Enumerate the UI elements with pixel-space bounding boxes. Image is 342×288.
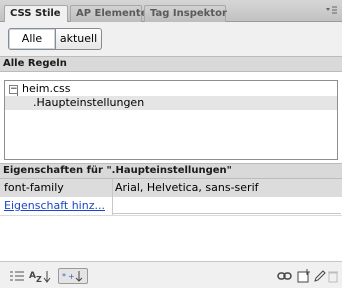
rules-tree: − heim.css .Haupteinstellungen <box>4 80 338 160</box>
alphabetical-view-glyph: A Z <box>29 271 51 284</box>
properties-header: Eigenschaften für ".Haupteinstellungen" <box>0 163 342 179</box>
tab-ap-elemente[interactable]: AP Elemente <box>70 5 147 22</box>
category-view-glyph <box>10 271 24 281</box>
add-property-link[interactable]: Eigenschaft hinz... <box>4 197 105 215</box>
attach-stylesheet-glyph <box>277 272 292 280</box>
tab-tag-inspektor[interactable]: Tag Inspektor <box>144 5 227 22</box>
trash-icon[interactable] <box>327 268 339 284</box>
svg-text:*: * <box>62 272 66 281</box>
property-name: font-family <box>4 181 64 194</box>
new-css-rule-glyph <box>297 269 310 283</box>
add-property-value-field[interactable] <box>113 198 341 214</box>
rules-pane: − heim.css .Haupteinstellungen <box>0 72 342 163</box>
properties-pane: font-family Arial, Helvetica, sans-serif… <box>0 179 342 261</box>
attach-stylesheet-icon[interactable] <box>276 268 294 284</box>
mode-toggle-bar: Alle aktuell <box>0 22 342 56</box>
trash-glyph <box>328 271 338 283</box>
divider <box>0 215 342 216</box>
column-divider[interactable] <box>112 179 113 215</box>
svg-text:+: + <box>68 272 75 281</box>
svg-text:Z: Z <box>36 275 42 284</box>
property-value[interactable]: Arial, Helvetica, sans-serif <box>115 179 259 197</box>
rule-name: .Haupteinstellungen <box>33 96 145 109</box>
add-property-row: Eigenschaft hinz... <box>0 197 342 215</box>
bottom-toolbar: A Z * + <box>0 261 342 288</box>
alphabetical-view-icon[interactable]: A Z <box>28 268 56 284</box>
mode-all-button[interactable]: Alle <box>8 28 56 50</box>
property-row[interactable]: font-family Arial, Helvetica, sans-serif <box>0 179 342 197</box>
tab-css-stile[interactable]: CSS Stile <box>4 5 68 23</box>
new-css-rule-icon[interactable] <box>296 268 312 284</box>
edit-pencil-icon[interactable] <box>312 268 326 284</box>
tree-item-selected-rule[interactable]: .Haupteinstellungen <box>5 96 337 110</box>
all-rules-header: Alle Regeln <box>0 56 342 72</box>
panel-menu-glyph <box>326 6 337 14</box>
set-properties-view-icon[interactable]: * + <box>58 268 88 284</box>
panel-tab-bar: CSS Stile AP Elemente Tag Inspektor <box>0 0 342 23</box>
category-view-icon[interactable] <box>8 268 26 284</box>
mode-current-button[interactable]: aktuell <box>56 28 102 50</box>
edit-pencil-glyph <box>314 270 326 282</box>
set-properties-view-glyph: * + <box>62 271 83 282</box>
svg-text:A: A <box>29 271 36 281</box>
panel-menu-icon[interactable] <box>324 4 338 16</box>
